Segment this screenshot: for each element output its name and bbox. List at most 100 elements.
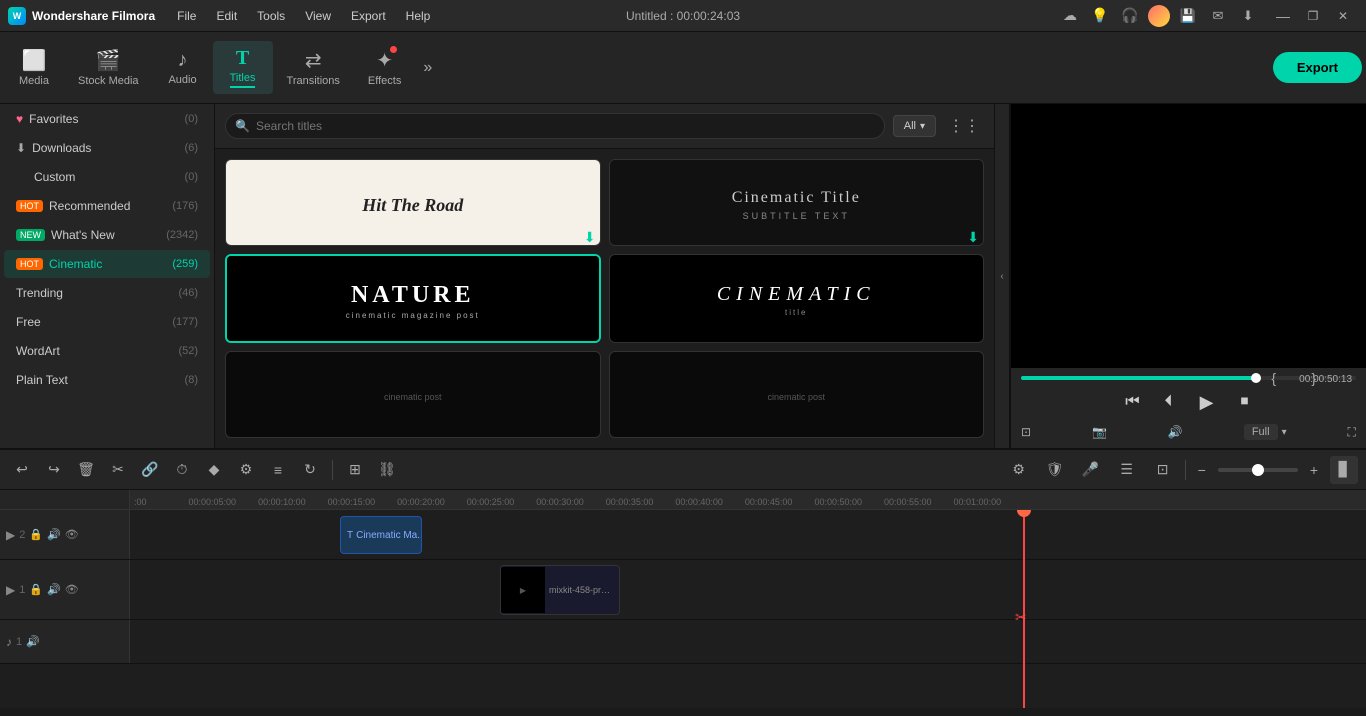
filter-all-button[interactable]: All ▾ xyxy=(893,115,936,137)
title-card-5[interactable]: cinematic post Cinematic Magazine Post..… xyxy=(225,351,601,438)
sidebar-item-downloads[interactable]: ⬇ Downloads (6) xyxy=(4,134,210,162)
tool-media[interactable]: ⬜ Media xyxy=(4,42,64,93)
sidebar-item-favorites[interactable]: ♥ Favorites (0) xyxy=(4,105,210,133)
sidebar-item-wordart[interactable]: WordArt (52) xyxy=(4,337,210,365)
transitions-icon: ⇄ xyxy=(305,48,322,73)
message-icon[interactable]: ✉ xyxy=(1206,4,1230,28)
fit-window-button[interactable]: ⊡ xyxy=(1021,425,1031,439)
save-icon[interactable]: 💾 xyxy=(1176,4,1200,28)
tool-titles[interactable]: T Titles xyxy=(213,41,273,94)
tool-stock-media[interactable]: 🎬 Stock Media xyxy=(64,42,153,93)
tl-menu-button[interactable]: ☰ xyxy=(1113,456,1141,484)
sidebar-item-trending[interactable]: Trending (46) xyxy=(4,279,210,307)
panel-collapse-arrow[interactable]: ‹ xyxy=(994,104,1010,448)
menu-view[interactable]: View xyxy=(295,5,341,27)
tl-mic-button[interactable]: 🎤 xyxy=(1077,456,1105,484)
menu-bar: File Edit Tools View Export Help xyxy=(167,5,1058,27)
clip-video[interactable]: ▶ mixkit-458-preview xyxy=(500,565,620,615)
cloud-icon[interactable]: ☁ xyxy=(1058,4,1082,28)
export-button[interactable]: Export xyxy=(1273,52,1362,83)
close-button[interactable]: ✕ xyxy=(1328,4,1358,28)
favorites-count: (0) xyxy=(185,113,198,125)
sidebar-item-recommended[interactable]: HOT Recommended (176) xyxy=(4,192,210,220)
refresh-button[interactable]: ↻ xyxy=(296,456,324,484)
track-v2-eye[interactable]: 👁 xyxy=(65,528,79,541)
track-v2-lock[interactable]: 🔒 xyxy=(29,528,43,541)
tl-settings-button[interactable]: ⚙ xyxy=(1005,456,1033,484)
title-card-1[interactable]: Hit The Road ⬇ Cinematic Magazine Post..… xyxy=(225,159,601,246)
title-card-3[interactable]: NATURE cinematic magazine post Cinematic… xyxy=(225,254,601,343)
search-bar: 🔍 All ▾ ⋮⋮ xyxy=(215,104,994,149)
track-v2-audio[interactable]: 🔊 xyxy=(47,528,61,541)
track-a1-audio[interactable]: 🔊 xyxy=(26,635,40,648)
speed-button[interactable]: ⏱ xyxy=(168,456,196,484)
sidebar-item-cinematic[interactable]: HOT Cinematic (259) xyxy=(4,250,210,278)
cut-button[interactable]: ✂ xyxy=(104,456,132,484)
track-v1-audio[interactable]: 🔊 xyxy=(47,583,61,596)
link-button[interactable]: 🔗 xyxy=(136,456,164,484)
track-a1-icon: ♪ xyxy=(6,635,12,649)
minimize-button[interactable]: — xyxy=(1268,4,1298,28)
stock-media-label: Stock Media xyxy=(78,75,139,87)
tl-shield-button[interactable]: 🛡 xyxy=(1041,456,1069,484)
download-icon[interactable]: ⬇ xyxy=(1236,4,1260,28)
clip-title[interactable]: T Cinematic Ma... xyxy=(340,516,422,554)
search-input[interactable] xyxy=(225,113,885,139)
skip-back-button[interactable]: ⏮ xyxy=(1119,388,1147,416)
track-v1-eye[interactable]: 👁 xyxy=(65,583,79,596)
menu-export[interactable]: Export xyxy=(341,5,396,27)
title-card-6[interactable]: cinematic post Cinematic Magazine Post..… xyxy=(609,351,985,438)
card-3-thumb: NATURE cinematic magazine post xyxy=(227,256,599,343)
title-card-2[interactable]: Cinematic Title SUBTITLE TEXT ⬇ Cinemati… xyxy=(609,159,985,246)
tool-effects[interactable]: ✦ Effects xyxy=(354,42,415,93)
custom-count: (0) xyxy=(185,171,198,183)
tool-transitions[interactable]: ⇄ Transitions xyxy=(273,42,354,93)
sidebar-item-whats-new[interactable]: NEW What's New (2342) xyxy=(4,221,210,249)
bulb-icon[interactable]: 💡 xyxy=(1088,4,1112,28)
levels-button[interactable]: ≡ xyxy=(264,456,292,484)
zoom-chevron-icon[interactable]: ▾ xyxy=(1282,427,1287,438)
zoom-slider-wrap[interactable] xyxy=(1218,468,1298,472)
fullscreen-button[interactable]: ⛶ xyxy=(1348,425,1356,440)
sidebar-item-custom[interactable]: Custom (0) xyxy=(4,163,210,191)
delete-button[interactable]: 🗑 xyxy=(72,456,100,484)
color-button[interactable]: ◆ xyxy=(200,456,228,484)
tl-extra-button[interactable]: ▊ xyxy=(1330,456,1358,484)
avatar[interactable] xyxy=(1148,5,1170,27)
undo-button[interactable]: ↩ xyxy=(8,456,36,484)
zoom-out-button[interactable]: − xyxy=(1194,460,1210,480)
grid-toggle-icon[interactable]: ⋮⋮ xyxy=(944,112,984,140)
progress-bar-wrap[interactable]: { } 00:00:50:13 xyxy=(1021,376,1356,380)
add-track-button[interactable]: ⊞ xyxy=(341,456,369,484)
sidebar-item-free[interactable]: Free (177) xyxy=(4,308,210,336)
heart-icon: ♥ xyxy=(16,112,23,126)
timeline-toolbar: ↩ ↪ 🗑 ✂ 🔗 ⏱ ◆ ⚙ ≡ ↻ ⊞ ⛓ ⚙ 🛡 🎤 ☰ ⊡ − + ▊ xyxy=(0,450,1366,490)
maximize-button[interactable]: ❐ xyxy=(1298,4,1328,28)
zoom-label[interactable]: Full xyxy=(1244,424,1278,440)
menu-help[interactable]: Help xyxy=(396,5,441,27)
toolbar-more-button[interactable]: » xyxy=(415,53,440,83)
menu-tools[interactable]: Tools xyxy=(247,5,295,27)
play-button[interactable]: ▶ xyxy=(1191,386,1223,418)
titles-panel: 🔍 All ▾ ⋮⋮ Hit The Road ⬇ Cinematic Maga… xyxy=(215,104,994,448)
zoom-in-button[interactable]: + xyxy=(1306,460,1322,480)
menu-file[interactable]: File xyxy=(167,5,206,27)
sidebar-item-plain-text[interactable]: Plain Text (8) xyxy=(4,366,210,394)
snapshot-button[interactable]: 📷 xyxy=(1092,425,1107,439)
settings-button[interactable]: ⚙ xyxy=(232,456,260,484)
redo-button[interactable]: ↪ xyxy=(40,456,68,484)
headphone-icon[interactable]: 🎧 xyxy=(1118,4,1142,28)
main-toolbar: ⬜ Media 🎬 Stock Media ♪ Audio T Titles ⇄… xyxy=(0,32,1366,104)
tl-snap-button[interactable]: ⊡ xyxy=(1149,456,1177,484)
volume-button[interactable]: 🔊 xyxy=(1168,425,1183,439)
link2-button[interactable]: ⛓ xyxy=(373,456,401,484)
whats-new-label: What's New xyxy=(51,228,166,242)
card-2-download-icon: ⬇ xyxy=(967,229,979,246)
frame-back-button[interactable]: ⏴ xyxy=(1155,388,1183,416)
menu-edit[interactable]: Edit xyxy=(206,5,247,27)
track-v1-lock[interactable]: 🔒 xyxy=(29,583,43,596)
tl-separator-2 xyxy=(1185,460,1186,480)
stop-button[interactable]: ⏹ xyxy=(1231,388,1259,416)
tool-audio[interactable]: ♪ Audio xyxy=(153,43,213,92)
title-card-4[interactable]: CINEMATIC title Cinematic Magazine Post.… xyxy=(609,254,985,343)
